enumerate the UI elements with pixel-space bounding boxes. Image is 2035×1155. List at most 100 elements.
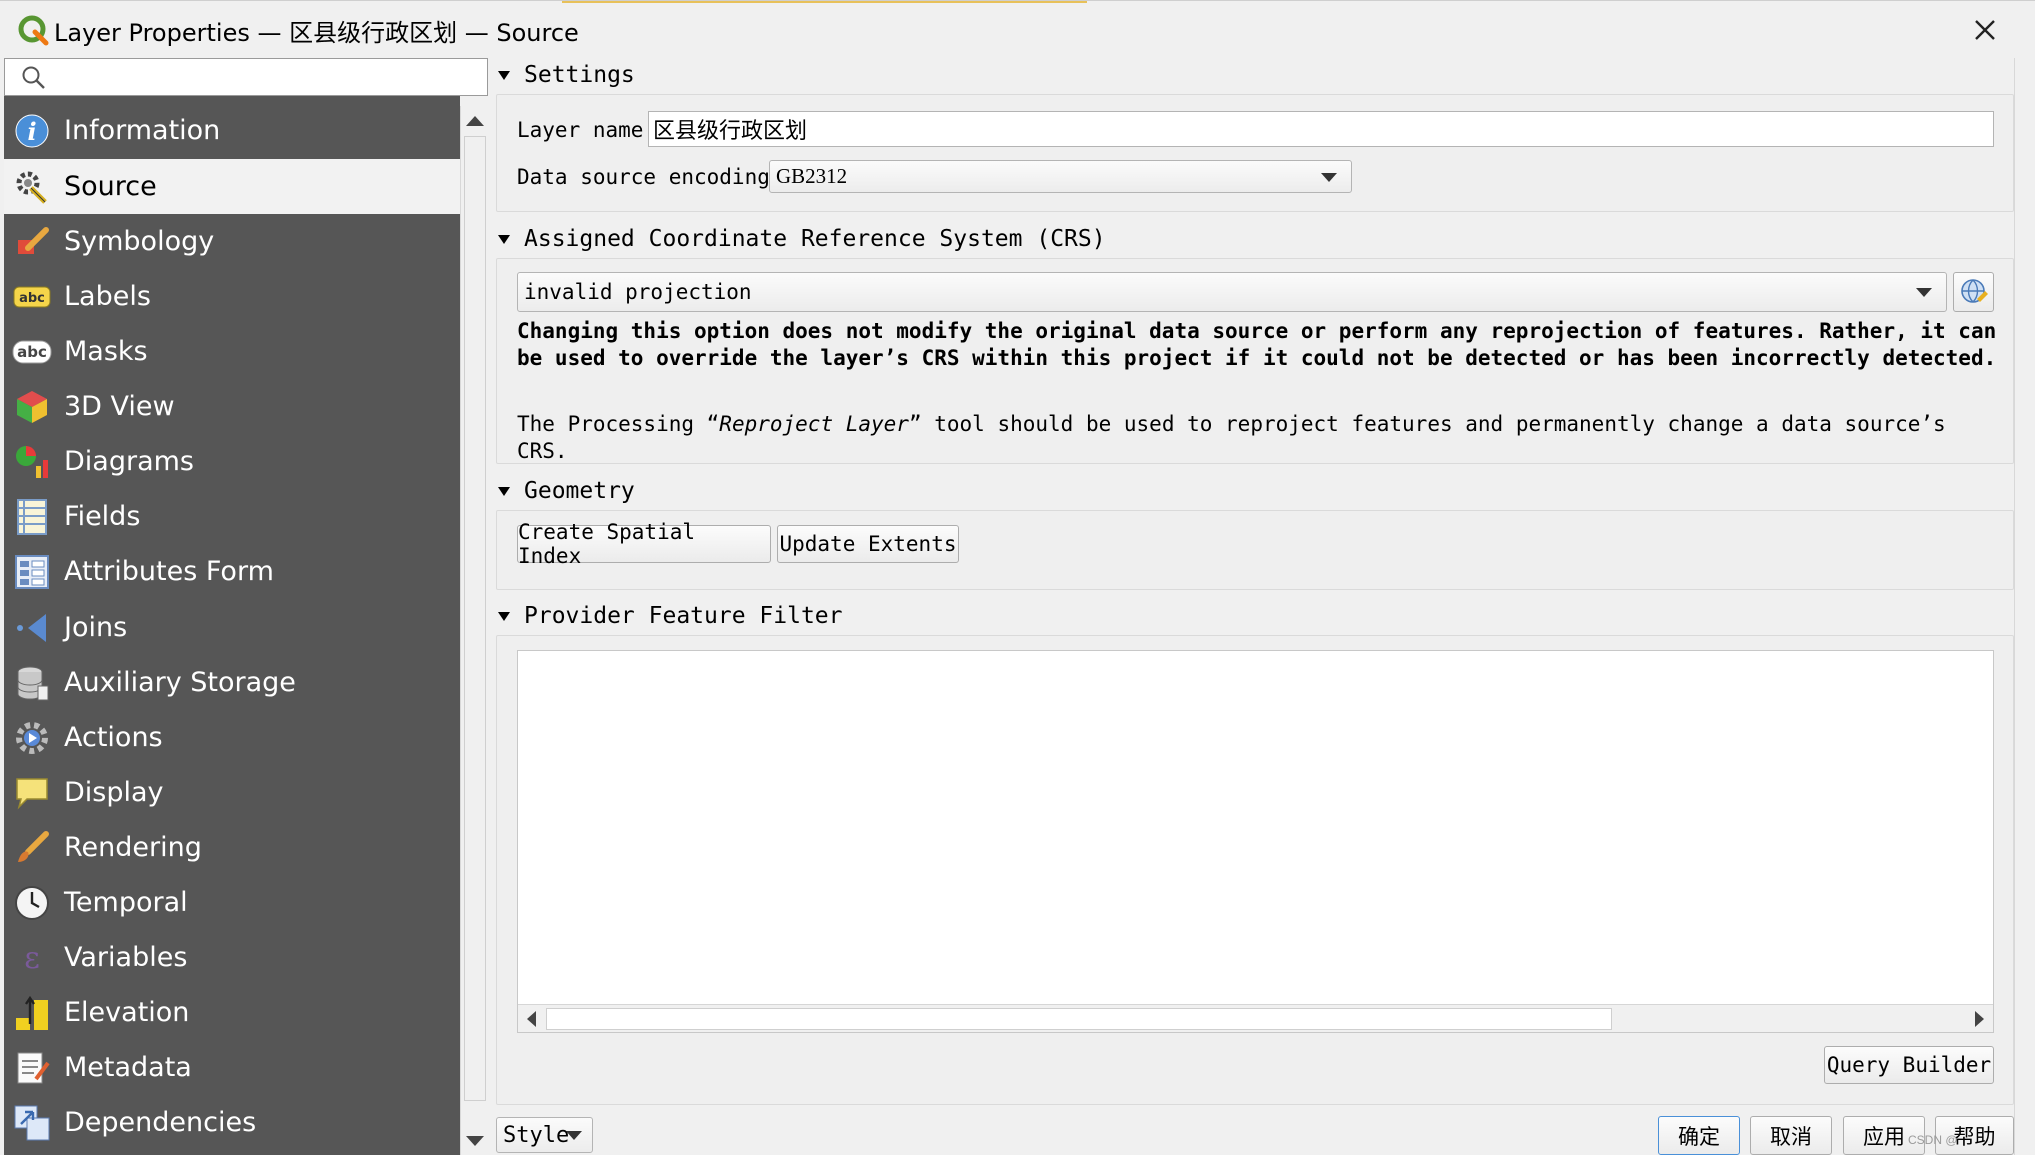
sidebar-item-joins[interactable]: Joins bbox=[4, 600, 460, 655]
sidebar-item-label: Rendering bbox=[64, 832, 202, 863]
sidebar-item-source[interactable]: Source bbox=[4, 159, 460, 214]
labels-abc-icon: abc bbox=[12, 277, 52, 317]
elevation-icon bbox=[12, 993, 52, 1033]
sidebar-item-masks[interactable]: abc Masks bbox=[4, 324, 460, 379]
sidebar-item-3d-view[interactable]: 3D View bbox=[4, 379, 460, 434]
sidebar-item-label: Display bbox=[64, 777, 164, 808]
update-extents-button[interactable]: Update Extents bbox=[777, 525, 959, 563]
svg-text:i: i bbox=[27, 117, 36, 146]
encoding-label: Data source encoding bbox=[517, 165, 770, 189]
chevron-down-icon bbox=[1321, 172, 1337, 182]
sidebar: i Information Source Symbology abc Label… bbox=[4, 96, 460, 1155]
section-title: Assigned Coordinate Reference System (CR… bbox=[524, 226, 1106, 252]
query-builder-button[interactable]: Query Builder bbox=[1824, 1046, 1994, 1084]
cancel-button[interactable]: 取消 bbox=[1750, 1116, 1832, 1155]
ok-button[interactable]: 确定 bbox=[1658, 1116, 1740, 1155]
joins-icon bbox=[12, 608, 52, 648]
section-title: Provider Feature Filter bbox=[524, 603, 843, 629]
scroll-right-arrow-icon[interactable] bbox=[1975, 1011, 1984, 1027]
attributes-form-icon bbox=[12, 552, 52, 592]
window-right-edge bbox=[2014, 58, 2035, 1155]
dependencies-icon bbox=[12, 1103, 52, 1143]
3d-cube-icon bbox=[12, 387, 52, 427]
crs-value: invalid projection bbox=[524, 280, 752, 304]
sidebar-item-metadata[interactable]: Metadata bbox=[4, 1040, 460, 1095]
sidebar-item-label: Fields bbox=[64, 501, 141, 532]
sidebar-item-label: Actions bbox=[64, 722, 163, 753]
collapse-triangle-icon bbox=[498, 611, 510, 621]
sidebar-item-actions[interactable]: Actions bbox=[4, 710, 460, 765]
close-icon[interactable] bbox=[1968, 13, 2002, 47]
sidebar-item-label: Elevation bbox=[64, 997, 190, 1028]
sidebar-item-diagrams[interactable]: Diagrams bbox=[4, 434, 460, 489]
qgis-logo-icon bbox=[18, 15, 49, 46]
layer-name-label: Layer name bbox=[517, 118, 644, 142]
crs-section-header[interactable]: Assigned Coordinate Reference System (CR… bbox=[498, 226, 1106, 252]
scroll-up-arrow-icon[interactable] bbox=[466, 116, 484, 126]
sidebar-scrollbar-thumb[interactable] bbox=[464, 136, 486, 1101]
fields-icon bbox=[12, 497, 52, 537]
sidebar-item-display[interactable]: Display bbox=[4, 765, 460, 820]
filter-section-header[interactable]: Provider Feature Filter bbox=[498, 603, 843, 629]
sidebar-item-fields[interactable]: Fields bbox=[4, 489, 460, 544]
sidebar-scrollbar[interactable] bbox=[460, 106, 488, 1155]
masks-abc-icon: abc bbox=[12, 332, 52, 372]
display-speech-bubble-icon bbox=[12, 773, 52, 813]
sidebar-item-label: Masks bbox=[64, 336, 148, 367]
sidebar-item-variables[interactable]: ε Variables bbox=[4, 930, 460, 985]
sidebar-item-symbology[interactable]: Symbology bbox=[4, 214, 460, 269]
sidebar-item-label: Auxiliary Storage bbox=[64, 667, 296, 698]
filter-scrollbar-thumb[interactable] bbox=[546, 1008, 1612, 1030]
sidebar-item-information[interactable]: i Information bbox=[4, 103, 460, 158]
rendering-brush-icon bbox=[12, 828, 52, 868]
sidebar-item-attributes-form[interactable]: Attributes Form bbox=[4, 544, 460, 599]
geometry-section-header[interactable]: Geometry bbox=[498, 478, 635, 504]
title-accent-line bbox=[562, 1, 1087, 3]
collapse-triangle-icon bbox=[498, 234, 510, 244]
sidebar-item-temporal[interactable]: Temporal bbox=[4, 875, 460, 930]
style-label: Style bbox=[503, 1122, 570, 1148]
chevron-down-icon bbox=[1916, 288, 1932, 297]
metadata-icon bbox=[12, 1048, 52, 1088]
sidebar-item-label: Attributes Form bbox=[64, 556, 274, 587]
source-settings-icon bbox=[12, 167, 52, 207]
sidebar-item-label: Labels bbox=[64, 281, 151, 312]
sidebar-item-dependencies[interactable]: Dependencies bbox=[4, 1095, 460, 1150]
globe-crs-icon bbox=[1960, 279, 1988, 303]
section-title: Settings bbox=[524, 62, 635, 88]
sidebar-item-rendering[interactable]: Rendering bbox=[4, 820, 460, 875]
sidebar-item-label: Temporal bbox=[64, 887, 188, 918]
sidebar-item-label: Symbology bbox=[64, 226, 215, 257]
scroll-down-arrow-icon[interactable] bbox=[466, 1136, 484, 1146]
filter-expression-editor[interactable] bbox=[517, 650, 1994, 1033]
sidebar-item-label: Metadata bbox=[64, 1052, 192, 1083]
variables-epsilon-icon: ε bbox=[12, 938, 52, 978]
settings-section-header[interactable]: Settings bbox=[498, 62, 635, 88]
sidebar-item-labels[interactable]: abc Labels bbox=[4, 269, 460, 324]
sidebar-item-auxiliary-storage[interactable]: Auxiliary Storage bbox=[4, 655, 460, 710]
sidebar-item-elevation[interactable]: Elevation bbox=[4, 985, 460, 1040]
sidebar-item-label: Variables bbox=[64, 942, 188, 973]
section-title: Geometry bbox=[524, 478, 635, 504]
sidebar-item-label: Joins bbox=[64, 612, 128, 643]
symbology-brush-icon bbox=[12, 222, 52, 262]
filter-horizontal-scrollbar[interactable] bbox=[518, 1004, 1993, 1032]
crs-processing-hint: The Processing “Reproject Layer” tool sh… bbox=[517, 411, 1997, 465]
select-crs-button[interactable] bbox=[1953, 272, 1994, 312]
clock-icon bbox=[12, 883, 52, 923]
database-icon bbox=[12, 663, 52, 703]
create-spatial-index-button[interactable]: Create Spatial Index bbox=[517, 520, 771, 568]
encoding-select[interactable]: GB2312 bbox=[769, 160, 1352, 193]
sidebar-item-label: 3D View bbox=[64, 391, 175, 422]
encoding-value: GB2312 bbox=[776, 164, 848, 188]
crs-select[interactable]: invalid projection bbox=[517, 272, 1947, 312]
layer-name-field[interactable]: 区县级行政区划 bbox=[648, 111, 1994, 147]
watermark: CSDN @ bbox=[1908, 1133, 1958, 1147]
collapse-triangle-icon bbox=[498, 70, 510, 80]
title-bar: Layer Properties — 区县级行政区划 — Source bbox=[0, 0, 2035, 58]
scroll-left-arrow-icon[interactable] bbox=[527, 1011, 536, 1027]
search-input[interactable] bbox=[4, 58, 488, 96]
sidebar-item-label: Diagrams bbox=[64, 446, 194, 477]
style-menu-button[interactable]: Style bbox=[496, 1117, 593, 1153]
window-title: Layer Properties — 区县级行政区划 — Source bbox=[54, 19, 579, 47]
